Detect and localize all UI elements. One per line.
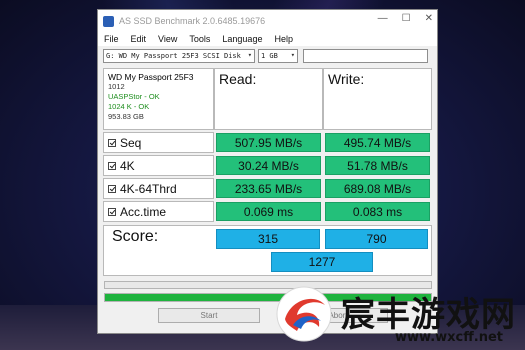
drive-firmware: 1012 [108,82,125,91]
total-score: 1277 [271,252,373,272]
test-name: 4K-64Thrd [120,181,177,196]
menu-tools[interactable]: Tools [189,34,210,44]
test-name: Seq [120,135,142,150]
test-label-4k[interactable]: 4K [103,155,214,176]
test-row-4k: 4K 30.24 MB/s 51.78 MB/s [103,155,432,176]
window-controls: — ☐ ✕ [378,13,433,24]
watermark-logo [276,286,332,342]
checkbox-4k[interactable] [108,161,116,170]
acc-time-write-value: 0.083 ms [325,202,430,221]
close-button[interactable]: ✕ [425,13,433,24]
4k-read-value: 30.24 MB/s [216,156,321,175]
test-size-value: 1 GB [261,52,278,60]
drive-capacity: 953.83 GB [108,112,144,121]
4k-64thrd-write-value: 689.08 MB/s [325,179,430,198]
app-icon [103,15,114,27]
checkbox-acc-time[interactable] [108,207,116,216]
menu-edit[interactable]: Edit [131,34,147,44]
seq-read-value: 507.95 MB/s [216,133,321,152]
start-button[interactable]: Start [158,308,260,323]
results-panel: WD My Passport 25F3 1012 UASPStor - OK 1… [103,68,432,276]
toolbar: G: WD My Passport 25F3 SCSI Disk ▾ 1 GB … [98,46,437,66]
read-column-header: Read: [214,68,323,130]
menu-view[interactable]: View [158,34,177,44]
read-score: 315 [216,229,320,249]
score-area: Score: 315 790 1277 [103,225,432,276]
maximize-button[interactable]: ☐ [402,13,411,24]
menu-help[interactable]: Help [274,34,293,44]
minimize-button[interactable]: — [378,13,388,24]
4k-write-value: 51.78 MB/s [325,156,430,175]
watermark-title: 宸丰游戏网 [341,295,516,335]
chevron-down-icon: ▾ [247,51,252,59]
test-row-acc-time: Acc.time 0.069 ms 0.083 ms [103,201,432,222]
test-row-seq: Seq 507.95 MB/s 495.74 MB/s [103,132,432,153]
seq-write-value: 495.74 MB/s [325,133,430,152]
drive-select[interactable]: G: WD My Passport 25F3 SCSI Disk ▾ [103,49,255,63]
4k-64thrd-read-value: 233.65 MB/s [216,179,321,198]
acc-time-read-value: 0.069 ms [216,202,321,221]
watermark-url: www.wxcff.net [395,330,503,345]
alignment-status: 1024 K - OK [108,102,150,111]
test-label-4k-64thrd[interactable]: 4K-64Thrd [103,178,214,199]
checkbox-4k-64thrd[interactable] [108,184,116,193]
test-row-4k-64thrd: 4K-64Thrd 233.65 MB/s 689.08 MB/s [103,178,432,199]
drive-select-value: G: WD My Passport 25F3 SCSI Disk [106,52,241,60]
title-bar: AS SSD Benchmark 2.0.6485.19676 — ☐ ✕ [98,10,437,32]
window-title: AS SSD Benchmark 2.0.6485.19676 [119,16,266,26]
test-label-seq[interactable]: Seq [103,132,214,153]
checkbox-seq[interactable] [108,138,116,147]
write-column-header: Write: [323,68,432,130]
menu-language[interactable]: Language [222,34,262,44]
extra-field[interactable] [303,49,428,63]
write-score: 790 [325,229,428,249]
chevron-down-icon: ▾ [290,51,295,59]
test-size-select[interactable]: 1 GB ▾ [258,49,298,63]
watermark: 宸丰游戏网 www.wxcff.net [271,283,525,350]
drive-info: WD My Passport 25F3 1012 UASPStor - OK 1… [103,68,214,130]
menu-bar: File Edit View Tools Language Help [98,32,437,46]
test-name: 4K [120,158,135,173]
test-name: Acc.time [120,204,167,219]
driver-status: UASPStor - OK [108,92,160,101]
test-label-acc-time[interactable]: Acc.time [103,201,214,222]
drive-name: WD My Passport 25F3 [108,72,194,82]
score-label: Score: [112,228,159,245]
menu-file[interactable]: File [104,34,119,44]
